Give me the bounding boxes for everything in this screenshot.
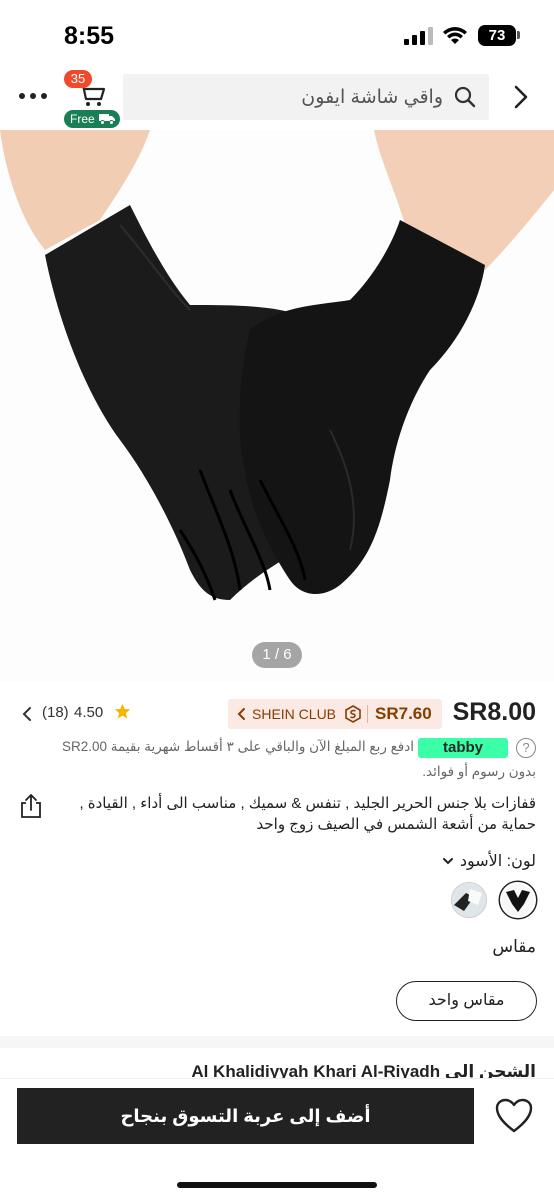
color-swatch-black[interactable] bbox=[500, 882, 536, 918]
star-icon bbox=[114, 703, 131, 719]
shein-club-label: SHEIN CLUB bbox=[252, 706, 337, 722]
search-icon bbox=[454, 86, 476, 108]
cellular-signal-icon bbox=[404, 27, 433, 45]
section-divider bbox=[0, 1036, 554, 1048]
color-selector-heading[interactable]: لون: الأسود bbox=[442, 851, 536, 873]
add-to-cart-button[interactable]: أضف إلى عربة التسوق بنجاح bbox=[17, 1088, 474, 1144]
search-input[interactable]: واقي شاشة ايفون bbox=[123, 74, 489, 120]
chevron-left-icon bbox=[22, 707, 31, 721]
free-shipping-badge: Free bbox=[64, 110, 120, 128]
more-icon bbox=[19, 93, 47, 99]
shein-club-price-tag[interactable]: SHEIN CLUB SR7.60 bbox=[228, 699, 442, 729]
product-image-gallery[interactable]: 1 / 6 bbox=[0, 130, 554, 682]
share-icon[interactable] bbox=[18, 793, 44, 819]
product-title-row: قفازات بلا جنس الحرير الجليد , تنفس & سم… bbox=[0, 793, 554, 839]
club-separator bbox=[367, 705, 368, 723]
search-placeholder: واقي شاشة ايفون bbox=[301, 87, 443, 108]
glove-swatch-image bbox=[502, 884, 534, 916]
tabby-note: بدون رسوم أو فوائد. bbox=[422, 764, 536, 779]
cart-button[interactable]: 35 Free bbox=[64, 70, 120, 128]
free-label: Free bbox=[70, 112, 95, 126]
tabby-installments[interactable]: ? tabby ادفع ربع المبلغ الآن والباقي على… bbox=[0, 736, 554, 784]
shein-club-logo-icon bbox=[345, 705, 361, 723]
rating-value: 4.50 bbox=[74, 704, 104, 721]
status-bar: 8:55 73 bbox=[0, 0, 554, 66]
club-price: SR7.60 bbox=[375, 704, 432, 723]
battery-indicator: 73 bbox=[478, 25, 516, 46]
heart-icon[interactable] bbox=[494, 1097, 534, 1135]
chevron-down-icon bbox=[442, 858, 453, 865]
size-option-one-size[interactable]: مقاس واحد bbox=[396, 981, 537, 1021]
more-options-button[interactable] bbox=[18, 84, 52, 108]
tabby-description: ادفع ربع المبلغ الآن والباقي على ٣ أقساط… bbox=[61, 739, 414, 754]
glove-swatch-image bbox=[452, 883, 486, 917]
bottom-action-bar: أضف إلى عربة التسوق بنجاح bbox=[0, 1078, 554, 1200]
status-time: 8:55 bbox=[64, 22, 115, 50]
home-indicator bbox=[177, 1182, 377, 1188]
color-label: لون: الأسود bbox=[459, 853, 536, 870]
price-row: (18) 4.50 SHEIN CLUB SR7.60 SR8.00 bbox=[0, 696, 554, 732]
truck-icon bbox=[99, 114, 115, 125]
product-title: قفازات بلا جنس الحرير الجليد , تنفس & سم… bbox=[79, 795, 536, 833]
rating-count: (18) bbox=[42, 704, 69, 721]
help-icon[interactable]: ? bbox=[516, 738, 536, 758]
top-nav-bar: 35 Free واقي شاشة ايفون bbox=[0, 66, 554, 130]
color-swatch-alt[interactable] bbox=[451, 882, 487, 918]
size-heading: مقاس bbox=[492, 937, 536, 956]
tabby-logo: tabby bbox=[418, 738, 508, 758]
image-counter: 1 / 6 bbox=[252, 642, 302, 668]
battery-tip bbox=[517, 31, 520, 39]
gloves-image bbox=[0, 130, 554, 601]
cart-count-badge: 35 bbox=[64, 70, 92, 88]
product-price: SR8.00 bbox=[452, 698, 536, 726]
chevron-right-icon[interactable] bbox=[506, 82, 536, 112]
chevron-left-icon bbox=[237, 708, 245, 720]
wifi-icon bbox=[443, 27, 467, 44]
